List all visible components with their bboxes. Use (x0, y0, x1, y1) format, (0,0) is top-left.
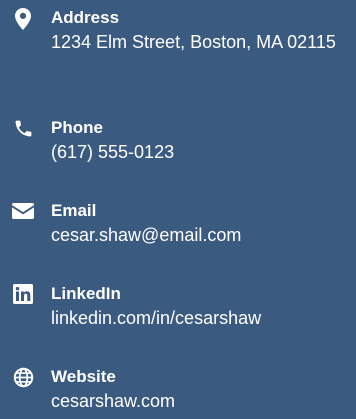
phone-label: Phone (51, 118, 103, 137)
website-label: Website (51, 367, 116, 386)
linkedin-value[interactable]: linkedin.com/in/cesarshaw (51, 306, 351, 330)
envelope-icon (11, 199, 35, 223)
contact-list: Address 1234 Elm Street, Boston, MA 0211… (0, 0, 356, 419)
email-label: Email (51, 201, 97, 220)
email-value[interactable]: cesar.shaw@email.com (51, 223, 351, 247)
address-value: 1234 Elm Street, Boston, MA 02115 (51, 32, 336, 52)
map-marker-icon (11, 7, 35, 31)
globe-icon (11, 365, 35, 389)
linkedin-icon (11, 282, 35, 306)
phone-value[interactable]: (617) 555-0123 (51, 140, 351, 164)
website-value[interactable]: cesarshaw.com (51, 389, 351, 413)
linkedin-label: LinkedIn (51, 284, 121, 303)
phone-icon (11, 116, 35, 140)
address-label: Address (51, 8, 120, 27)
